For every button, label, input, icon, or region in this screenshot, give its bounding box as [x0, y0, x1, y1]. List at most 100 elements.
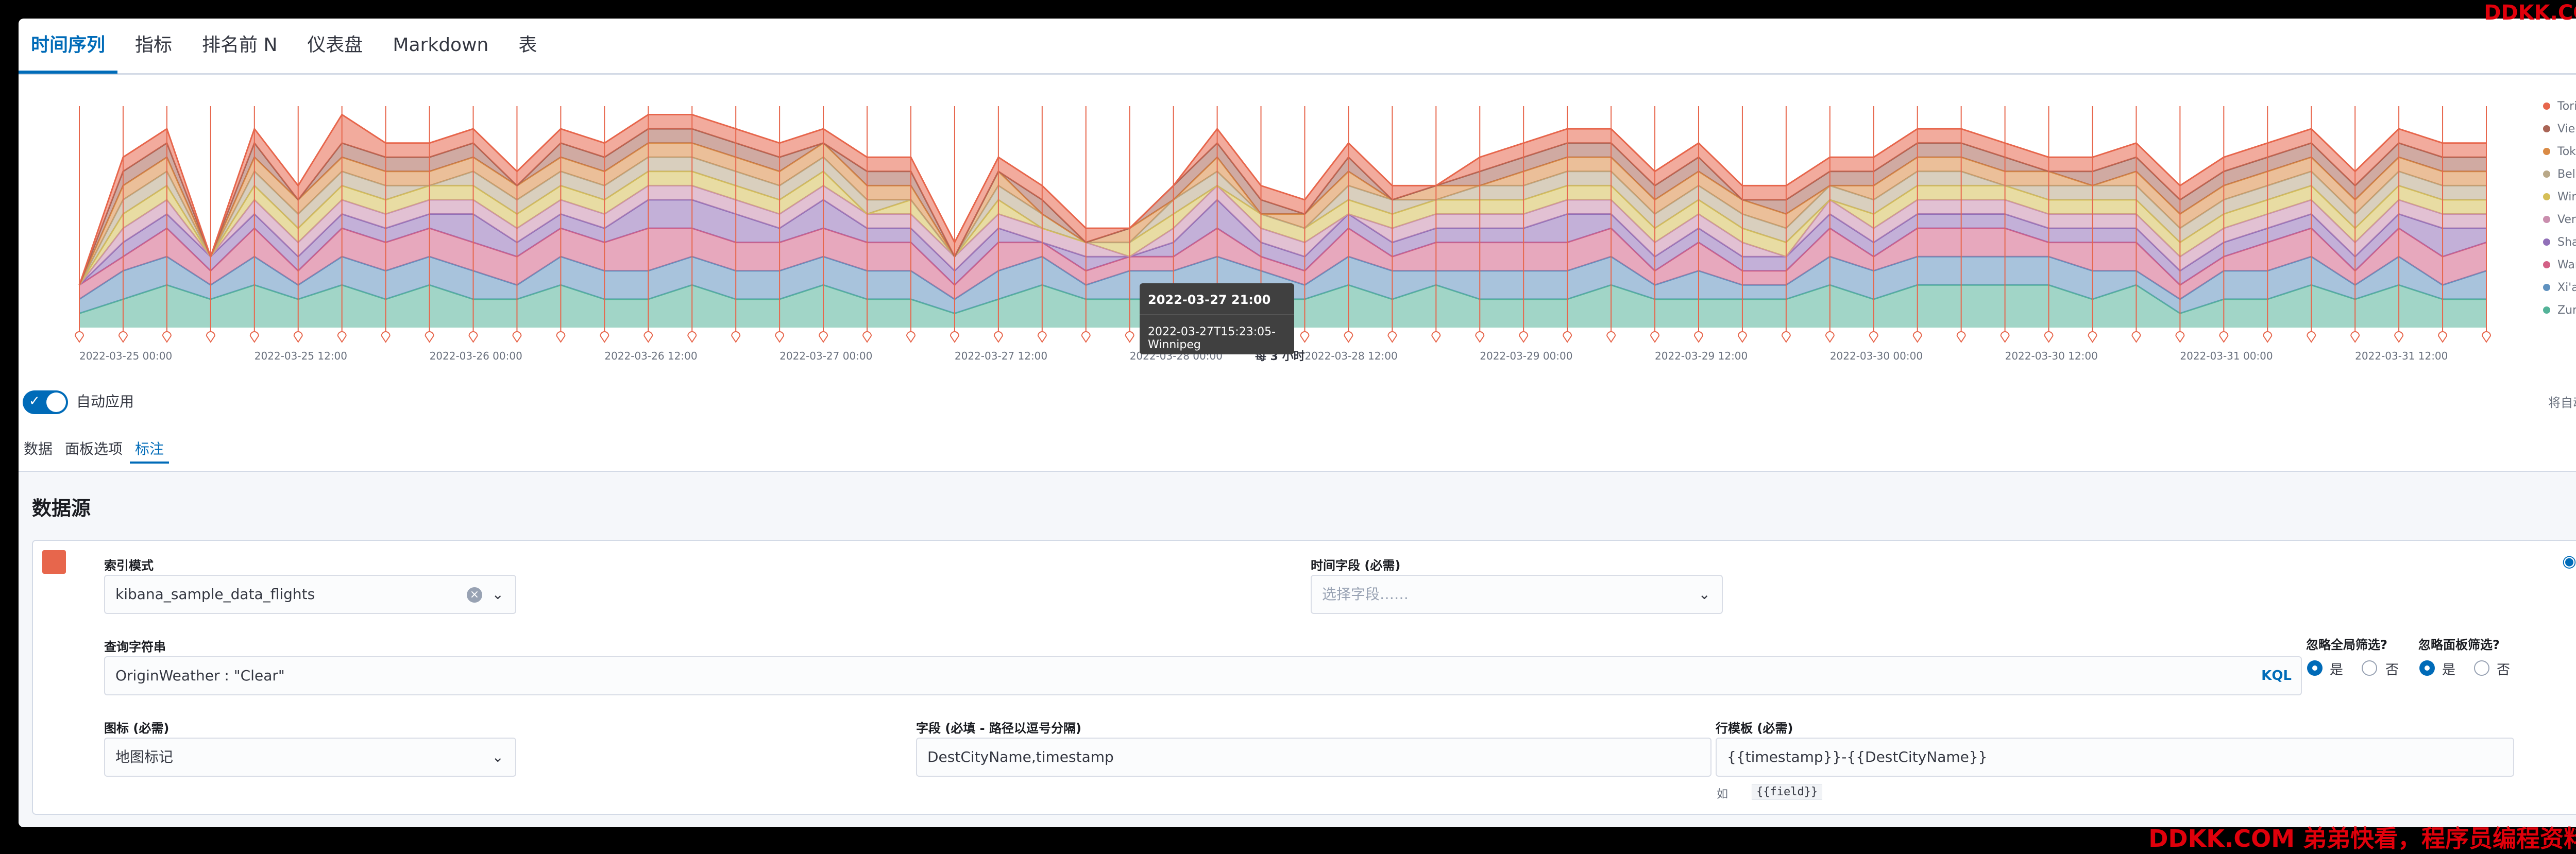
- chevron-down-icon[interactable]: ⌄: [492, 739, 504, 776]
- tab-data[interactable]: 数据: [19, 435, 58, 464]
- map-marker-icon[interactable]: [2350, 331, 2360, 343]
- map-marker-icon[interactable]: [162, 331, 172, 343]
- index-pattern-combobox[interactable]: kibana_sample_data_flights × ⌄: [104, 575, 516, 614]
- map-marker-icon[interactable]: [2394, 331, 2404, 343]
- map-marker-icon[interactable]: [1869, 331, 1878, 343]
- icon-select[interactable]: 地图标记 ⌄: [104, 738, 516, 777]
- legend-label: Xi'an: [2557, 281, 2576, 294]
- map-marker-icon[interactable]: [337, 331, 347, 343]
- fields-input[interactable]: DestCityName,timestamp: [916, 738, 1711, 777]
- tab-gauge[interactable]: 仪表盘: [295, 19, 375, 72]
- tab-metric[interactable]: 指标: [123, 19, 184, 72]
- map-marker-icon[interactable]: [1781, 331, 1791, 343]
- map-marker-icon[interactable]: [1125, 331, 1134, 343]
- map-marker-icon[interactable]: [118, 331, 128, 343]
- map-marker-icon[interactable]: [1737, 331, 1747, 343]
- map-marker-icon[interactable]: [2481, 331, 2492, 343]
- map-marker-icon[interactable]: [819, 331, 828, 343]
- map-marker-icon[interactable]: [1300, 331, 1310, 343]
- map-marker-icon[interactable]: [731, 331, 741, 343]
- tab-annotations[interactable]: 标注: [130, 435, 170, 464]
- row-template-input[interactable]: {{timestamp}}-{{DestCityName}}: [1716, 738, 2514, 777]
- map-marker-icon[interactable]: [249, 331, 259, 343]
- legend-item[interactable]: Warsaw: [2543, 253, 2576, 276]
- map-marker-icon[interactable]: [1344, 331, 1353, 343]
- eye-icon[interactable]: ◉: [2561, 552, 2576, 570]
- query-string-input[interactable]: OriginWeather : "Clear" KQL: [104, 656, 2302, 695]
- map-marker-icon[interactable]: [1912, 331, 1922, 343]
- time-field-select[interactable]: 选择字段…… ⌄: [1311, 575, 1723, 614]
- ignore-global-no-radio[interactable]: [2362, 660, 2377, 676]
- legend-item[interactable]: Verona: [2543, 208, 2576, 231]
- map-marker-icon[interactable]: [600, 331, 609, 343]
- map-marker-icon[interactable]: [1650, 331, 1660, 343]
- map-marker-icon[interactable]: [425, 331, 434, 343]
- map-marker-icon[interactable]: [1956, 331, 1966, 343]
- ignore-panel-no-radio[interactable]: [2474, 660, 2489, 676]
- map-marker-icon[interactable]: [2307, 331, 2316, 343]
- map-marker-icon[interactable]: [993, 331, 1003, 343]
- map-marker-icon[interactable]: [1081, 331, 1091, 343]
- legend-item[interactable]: Xi'an: [2543, 276, 2576, 299]
- map-marker-icon[interactable]: [775, 331, 785, 343]
- map-marker-icon[interactable]: [381, 331, 391, 343]
- map-marker-icon[interactable]: [906, 331, 916, 343]
- map-marker-icon[interactable]: [1825, 331, 1835, 343]
- auto-apply-toggle[interactable]: ✓: [23, 390, 68, 414]
- map-marker-icon[interactable]: [206, 331, 215, 343]
- map-marker-icon[interactable]: [74, 331, 84, 343]
- map-marker-icon[interactable]: [1563, 331, 1572, 343]
- map-marker-icon[interactable]: [512, 331, 522, 343]
- map-marker-icon[interactable]: [2131, 331, 2141, 343]
- row-template-help-code: {{field}}: [1752, 784, 1823, 800]
- time-field-placeholder: 选择字段……: [1322, 586, 1409, 603]
- legend-item[interactable]: Shanghai: [2543, 231, 2576, 253]
- auto-apply-hint: 将自动应: [2548, 396, 2576, 410]
- map-marker-icon[interactable]: [950, 331, 959, 343]
- map-marker-icon[interactable]: [1037, 331, 1047, 343]
- map-marker-icon[interactable]: [2263, 331, 2273, 343]
- map-marker-icon[interactable]: [862, 331, 872, 343]
- chevron-down-icon[interactable]: ⌄: [1699, 576, 1710, 613]
- legend-dot-icon: [2543, 148, 2550, 155]
- legend-dot-icon: [2543, 306, 2550, 314]
- map-marker-icon[interactable]: [2175, 331, 2185, 343]
- legend-item[interactable]: Winnipeg: [2543, 185, 2576, 208]
- tab-markdown[interactable]: Markdown: [380, 19, 501, 72]
- annotation-color-swatch[interactable]: [42, 550, 66, 574]
- map-marker-icon[interactable]: [1475, 331, 1485, 343]
- map-marker-icon[interactable]: [643, 331, 653, 343]
- watermark-top: DDKK.COM: [2484, 1, 2576, 25]
- tab-table[interactable]: 表: [506, 19, 549, 72]
- tab-panel-options[interactable]: 面板选项: [60, 435, 128, 464]
- tab-time-series[interactable]: 时间序列: [19, 19, 118, 74]
- map-marker-icon[interactable]: [1431, 331, 1441, 343]
- map-marker-icon[interactable]: [1519, 331, 1529, 343]
- map-marker-icon[interactable]: [468, 331, 478, 343]
- map-marker-icon[interactable]: [2000, 331, 2010, 343]
- kql-language-button[interactable]: KQL: [2261, 657, 2292, 694]
- chevron-down-icon[interactable]: ⌄: [492, 576, 504, 613]
- map-marker-icon[interactable]: [1606, 331, 1616, 343]
- legend-item[interactable]: Vienna: [2543, 117, 2576, 140]
- map-marker-icon[interactable]: [1693, 331, 1703, 343]
- map-marker-icon[interactable]: [687, 331, 697, 343]
- legend-item[interactable]: Torino: [2543, 95, 2576, 117]
- map-marker-icon[interactable]: [2044, 331, 2054, 343]
- row-template-help-prefix: 如: [1717, 788, 1728, 801]
- ignore-panel-filters-label: 忽略面板筛选?: [2418, 638, 2500, 652]
- legend-item[interactable]: Tokyo: [2543, 140, 2576, 163]
- legend-item[interactable]: Belograd: [2543, 163, 2576, 185]
- map-marker-icon[interactable]: [2438, 331, 2448, 343]
- map-marker-icon[interactable]: [1387, 331, 1397, 343]
- clear-icon[interactable]: ×: [467, 587, 482, 603]
- map-marker-icon[interactable]: [293, 331, 303, 343]
- ignore-panel-yes-radio[interactable]: [2419, 660, 2435, 676]
- ignore-global-yes-radio[interactable]: [2307, 660, 2323, 676]
- map-marker-icon[interactable]: [2088, 331, 2097, 343]
- tab-top-n[interactable]: 排名前 N: [190, 19, 290, 72]
- map-marker-icon[interactable]: [2219, 331, 2229, 343]
- legend-item[interactable]: Zurich: [2543, 299, 2576, 321]
- map-marker-icon[interactable]: [556, 331, 566, 343]
- time-series-chart[interactable]: 2022-03-25 00:00 2022-03-25 12:00 2022-03-…: [19, 75, 2576, 384]
